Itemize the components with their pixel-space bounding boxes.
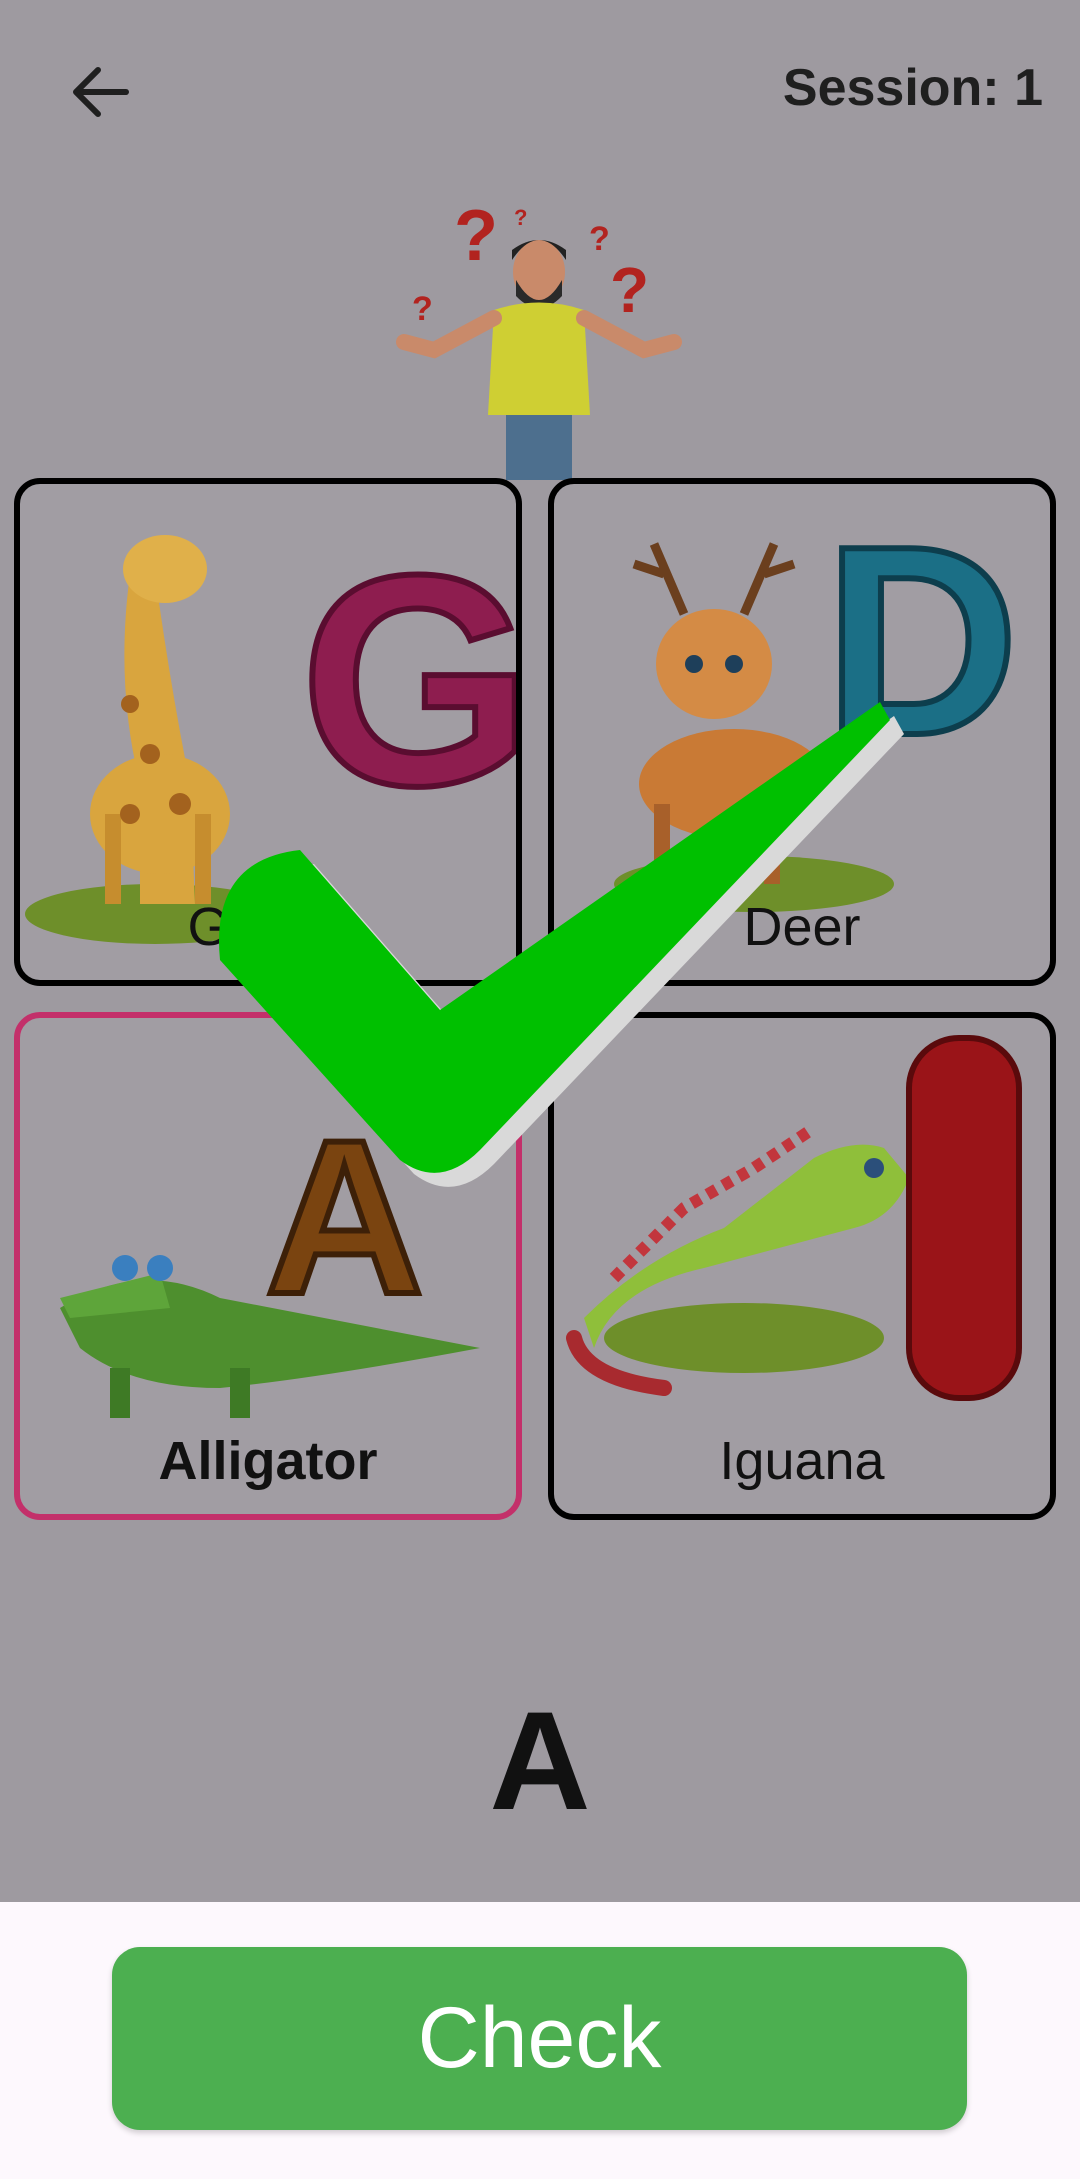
check-button[interactable]: Check <box>112 1947 967 2130</box>
card-label: Deer <box>743 897 861 957</box>
session-label: Session: 1 <box>782 59 1043 117</box>
card-giraffe[interactable]: G Giraffe <box>14 478 522 986</box>
svg-text:?: ? <box>514 205 527 230</box>
svg-text:?: ? <box>589 220 610 258</box>
card-iguana[interactable]: Iguana <box>548 1012 1056 1520</box>
card-label: Alligator <box>158 1431 378 1491</box>
card-label: Giraffe <box>187 897 349 957</box>
svg-text:G: G <box>300 512 516 848</box>
app-screen: Session: 1 ? ? ? ? ? G Giraffe D Deer A … <box>0 0 1080 2179</box>
confused-man-icon: ? ? ? ? ? <box>396 200 682 480</box>
card-alligator[interactable]: A Alligator <box>14 1012 522 1520</box>
svg-text:?: ? <box>412 290 433 328</box>
arrow-left-icon[interactable] <box>62 52 142 132</box>
target-letter: A <box>489 1682 591 1839</box>
card-label: Iguana <box>719 1431 885 1491</box>
svg-text:?: ? <box>610 254 649 326</box>
card-deer[interactable]: D Deer <box>548 478 1056 986</box>
svg-text:?: ? <box>454 200 498 276</box>
svg-text:D: D <box>824 491 1019 792</box>
